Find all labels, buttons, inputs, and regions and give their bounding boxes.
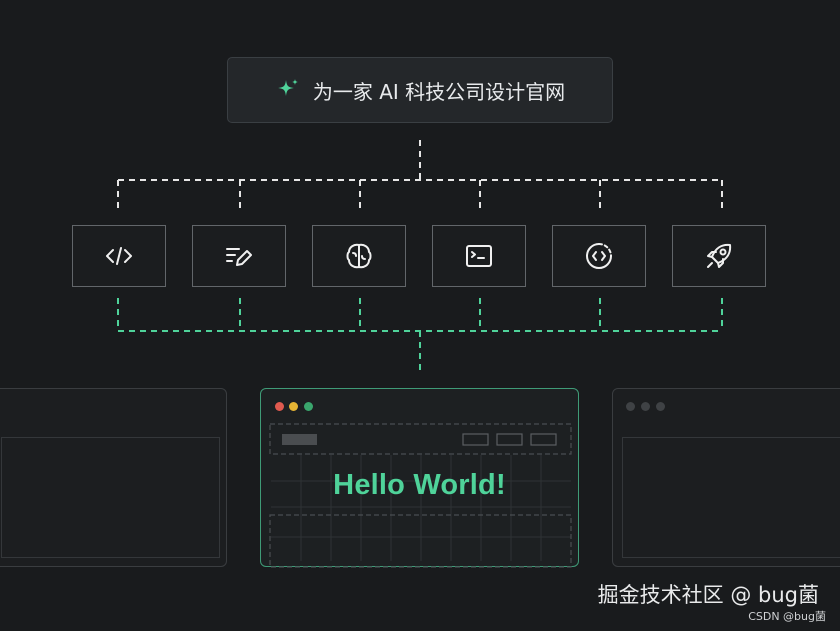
bottom-connectors [117, 298, 723, 374]
window-dot [626, 402, 635, 411]
tool-terminal [432, 225, 526, 287]
watermark: 掘金技术社区 @ bug菌 [597, 583, 819, 607]
window-dot [656, 402, 665, 411]
rocket-icon [707, 243, 732, 268]
left-preview-content [1, 437, 220, 558]
code-icon [106, 247, 132, 265]
right-preview-content [622, 437, 840, 558]
main-preview-window: Hello World! [260, 388, 579, 568]
tool-edit [192, 225, 286, 287]
tool-code [72, 225, 166, 287]
window-dot [641, 402, 650, 411]
terminal-icon [466, 245, 492, 267]
top-connectors [117, 140, 723, 212]
code-cycle-icon [586, 243, 612, 269]
credit-text: CSDN @bug菌 [748, 610, 826, 623]
right-preview-panel [612, 388, 840, 567]
prompt-text: 为一家 AI 科技公司设计官网 [312, 79, 566, 104]
edit-list-icon [226, 248, 252, 266]
hello-headline: Hello World! [333, 469, 506, 501]
tool-brain [312, 225, 406, 287]
diagram-canvas: 为一家 AI 科技公司设计官网 Hello World! 掘金技术社区 @ bu… [0, 0, 840, 631]
tool-rocket [672, 225, 766, 287]
sparkle-icon [277, 79, 298, 96]
prompt-box: 为一家 AI 科技公司设计官网 [227, 57, 613, 123]
tool-code-cycle [552, 225, 646, 287]
brain-icon [346, 243, 372, 269]
left-preview-panel [0, 388, 227, 567]
